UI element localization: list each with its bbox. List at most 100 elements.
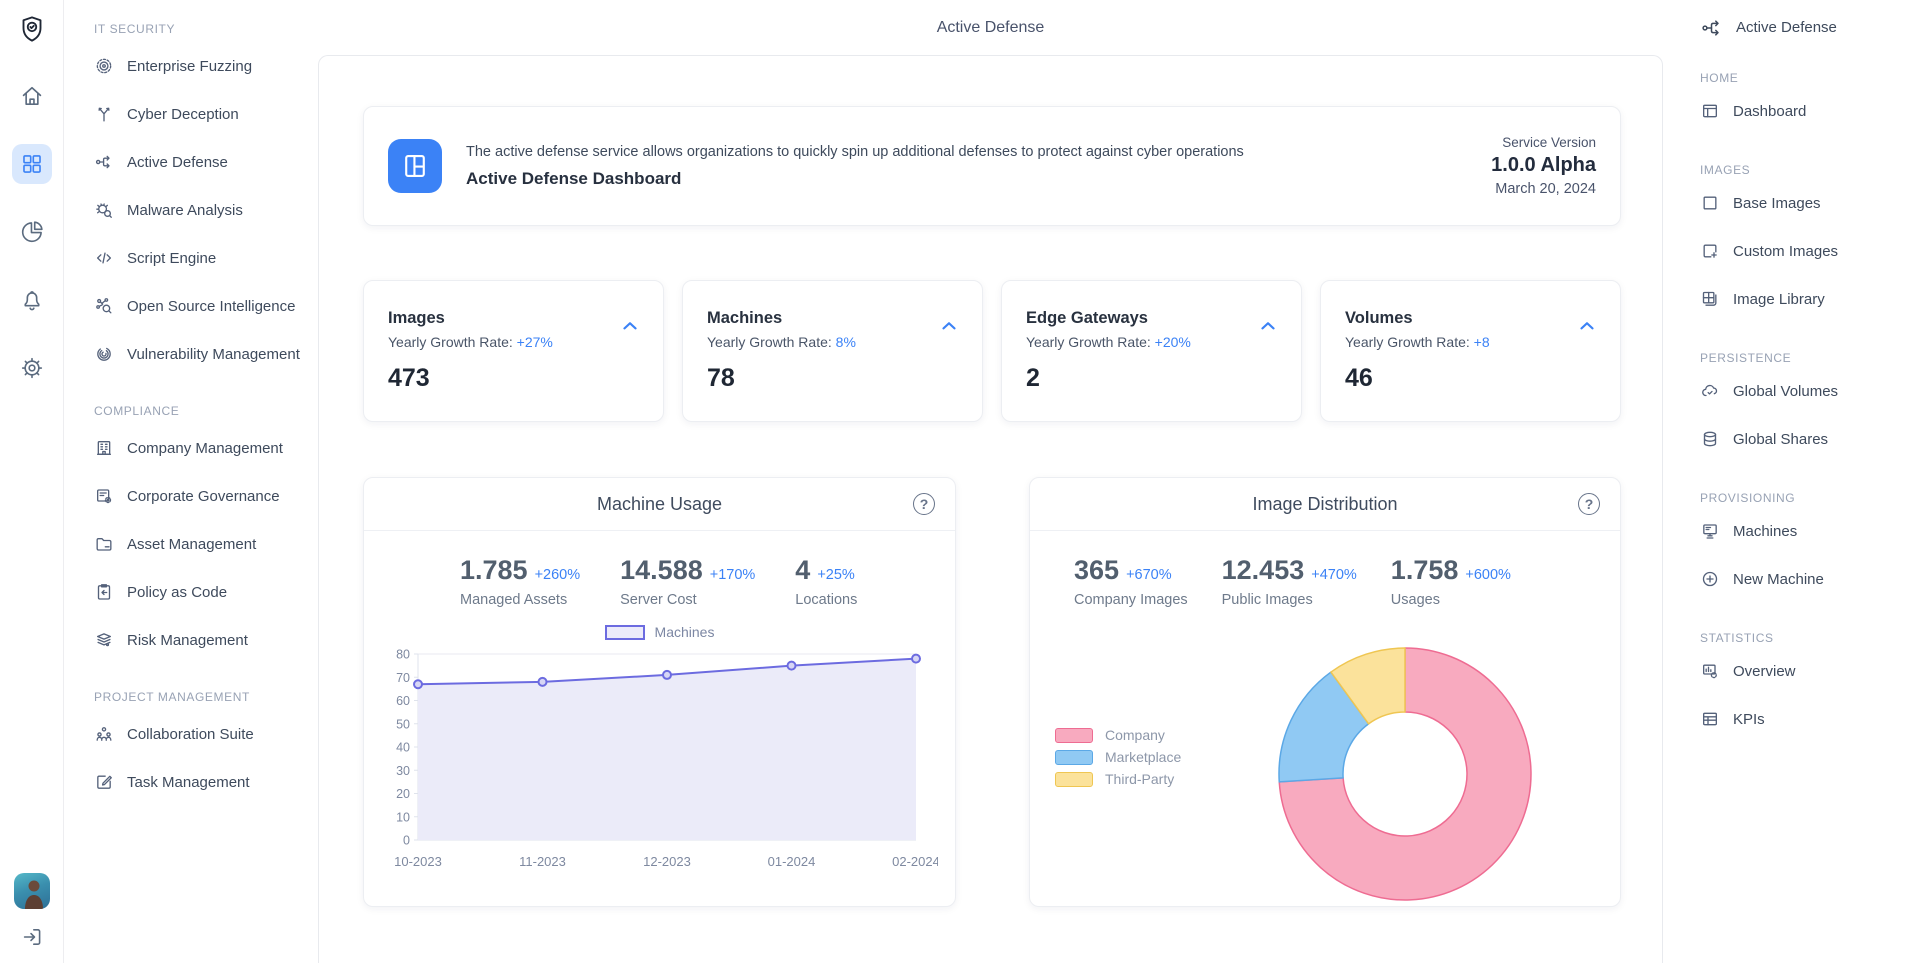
nav-item-label: Collaboration Suite bbox=[127, 726, 254, 743]
rail-bell-button[interactable] bbox=[12, 280, 52, 320]
chart-stat-label: Server Cost bbox=[620, 592, 755, 608]
collapse-chevron-icon[interactable] bbox=[1576, 315, 1598, 337]
chevron-up-icon bbox=[1576, 315, 1598, 337]
chart-stat-delta: +25% bbox=[817, 567, 855, 583]
sidebar-item-asset-management[interactable]: Asset Management bbox=[94, 520, 310, 568]
legend-swatch bbox=[1055, 728, 1093, 743]
avatar[interactable] bbox=[14, 873, 50, 909]
context-item-image-library[interactable]: Image Library bbox=[1700, 275, 1914, 323]
rail-home-button[interactable] bbox=[12, 76, 52, 116]
machine-usage-card: Machine Usage 1.785+260%Managed Assets 14… bbox=[363, 477, 956, 907]
chart-stat-managed-assets: 1.785+260%Managed Assets bbox=[460, 555, 580, 608]
stat-growth-value: 8% bbox=[836, 334, 856, 350]
help-icon[interactable] bbox=[913, 493, 935, 515]
chevron-up-icon bbox=[938, 315, 960, 337]
context-item-overview[interactable]: Overview bbox=[1700, 647, 1914, 695]
svg-text:30: 30 bbox=[396, 764, 410, 778]
left-icon-rail bbox=[0, 0, 64, 963]
chart-stat-delta: +600% bbox=[1465, 567, 1511, 583]
line-chart-legend[interactable]: Machines bbox=[364, 624, 955, 640]
chart-stat-value: 4+25% bbox=[795, 555, 857, 586]
chevron-up-icon bbox=[619, 315, 641, 337]
svg-text:12-2023: 12-2023 bbox=[643, 854, 691, 869]
context-item-base-images[interactable]: Base Images bbox=[1700, 179, 1914, 227]
context-item-new-machine[interactable]: New Machine bbox=[1700, 555, 1914, 603]
svg-text:01-2024: 01-2024 bbox=[768, 854, 816, 869]
chart-doc-icon bbox=[1700, 661, 1720, 681]
chart-stat-company-images: 365+670%Company Images bbox=[1074, 555, 1188, 608]
app-logo[interactable] bbox=[17, 14, 47, 44]
stat-cards-row: ImagesYearly Growth Rate: +27%473Machine… bbox=[363, 280, 1621, 422]
image-distribution-stats: 365+670%Company Images12.453+470%Public … bbox=[1030, 531, 1620, 608]
sidebar-item-vulnerability-management[interactable]: Vulnerability Management bbox=[94, 330, 310, 378]
context-item-kpis[interactable]: KPIs bbox=[1700, 695, 1914, 743]
legend-item-third-party[interactable]: Third-Party bbox=[1055, 768, 1181, 790]
legend-item-company[interactable]: Company bbox=[1055, 724, 1181, 746]
chart-stat-delta: +470% bbox=[1311, 567, 1357, 583]
stat-card-images: ImagesYearly Growth Rate: +27%473 bbox=[363, 280, 664, 422]
logout-button[interactable] bbox=[16, 921, 48, 953]
context-item-global-volumes[interactable]: Global Volumes bbox=[1700, 367, 1914, 415]
shield-check-icon bbox=[17, 14, 47, 44]
nav-item-label: Base Images bbox=[1733, 195, 1821, 212]
machine-usage-title: Machine Usage bbox=[364, 478, 955, 531]
context-item-dashboard[interactable]: Dashboard bbox=[1700, 87, 1914, 135]
nav-item-label: Asset Management bbox=[127, 536, 256, 553]
chart-stat-delta: +170% bbox=[710, 567, 756, 583]
sidebar-item-task-management[interactable]: Task Management bbox=[94, 758, 310, 806]
sidebar-item-open-source-intelligence[interactable]: Open Source Intelligence bbox=[94, 282, 310, 330]
svg-text:40: 40 bbox=[396, 741, 410, 755]
osint-icon bbox=[94, 296, 114, 316]
chart-stat-server-cost: 14.588+170% Server Cost bbox=[620, 555, 755, 608]
page-title: Active Defense bbox=[318, 0, 1663, 55]
context-item-custom-images[interactable]: Custom Images bbox=[1700, 227, 1914, 275]
collapse-chevron-icon[interactable] bbox=[938, 315, 960, 337]
bell-icon bbox=[19, 287, 45, 313]
stat-card-volumes: VolumesYearly Growth Rate: +846 bbox=[1320, 280, 1621, 422]
svg-text:50: 50 bbox=[396, 717, 410, 731]
sidebar-item-policy-as-code[interactable]: Policy as Code bbox=[94, 568, 310, 616]
nav-item-label: Script Engine bbox=[127, 250, 216, 267]
chart-stat-value: 1.758+600% bbox=[1391, 555, 1511, 586]
active-defense-icon bbox=[1700, 16, 1724, 40]
stat-growth: Yearly Growth Rate: +8 bbox=[1345, 334, 1596, 350]
chart-title: Image Distribution bbox=[1252, 494, 1397, 515]
collapse-chevron-icon[interactable] bbox=[619, 315, 641, 337]
legend-swatch bbox=[1055, 750, 1093, 765]
sidebar-item-malware-analysis[interactable]: Malware Analysis bbox=[94, 186, 310, 234]
legend-item-marketplace[interactable]: Marketplace bbox=[1055, 746, 1181, 768]
team-icon bbox=[94, 724, 114, 744]
sidebar-item-script-engine[interactable]: Script Engine bbox=[94, 234, 310, 282]
chart-stat-label: Company Images bbox=[1074, 592, 1188, 608]
sidebar-item-risk-management[interactable]: Risk Management bbox=[94, 616, 310, 664]
rail-gear-button[interactable] bbox=[12, 348, 52, 388]
building-icon bbox=[94, 438, 114, 458]
sidebar-item-company-management[interactable]: Company Management bbox=[94, 424, 310, 472]
rail-pie-button[interactable] bbox=[12, 212, 52, 252]
stat-value: 473 bbox=[388, 364, 639, 393]
donut-chart-legend: CompanyMarketplaceThird-Party bbox=[1055, 724, 1181, 790]
context-item-global-shares[interactable]: Global Shares bbox=[1700, 415, 1914, 463]
stat-card-title: Volumes bbox=[1345, 309, 1596, 328]
sidebar-item-cyber-deception[interactable]: Cyber Deception bbox=[94, 90, 310, 138]
nav-item-label: Corporate Governance bbox=[127, 488, 280, 505]
stat-growth: Yearly Growth Rate: +20% bbox=[1026, 334, 1277, 350]
nav-item-label: Open Source Intelligence bbox=[127, 298, 295, 315]
sidebar-item-enterprise-fuzzing[interactable]: Enterprise Fuzzing bbox=[94, 42, 310, 90]
sidebar-section-title: IT SECURITY bbox=[94, 22, 310, 36]
help-icon[interactable] bbox=[1578, 493, 1600, 515]
collapse-chevron-icon[interactable] bbox=[1257, 315, 1279, 337]
sidebar-item-active-defense[interactable]: Active Defense bbox=[94, 138, 310, 186]
code-icon bbox=[94, 248, 114, 268]
sidebar-item-collaboration-suite[interactable]: Collaboration Suite bbox=[94, 710, 310, 758]
stat-growth-value: +8 bbox=[1474, 334, 1490, 350]
rail-grid-button[interactable] bbox=[12, 144, 52, 184]
legend-label: Machines bbox=[655, 624, 715, 640]
nav-item-label: Global Volumes bbox=[1733, 383, 1838, 400]
context-item-machines[interactable]: Machines bbox=[1700, 507, 1914, 555]
nav-item-label: Overview bbox=[1733, 663, 1796, 680]
machines-legend-swatch bbox=[605, 625, 645, 640]
stat-growth: Yearly Growth Rate: +27% bbox=[388, 334, 639, 350]
chart-stat-value: 14.588+170% bbox=[620, 555, 755, 586]
sidebar-item-corporate-governance[interactable]: Corporate Governance bbox=[94, 472, 310, 520]
